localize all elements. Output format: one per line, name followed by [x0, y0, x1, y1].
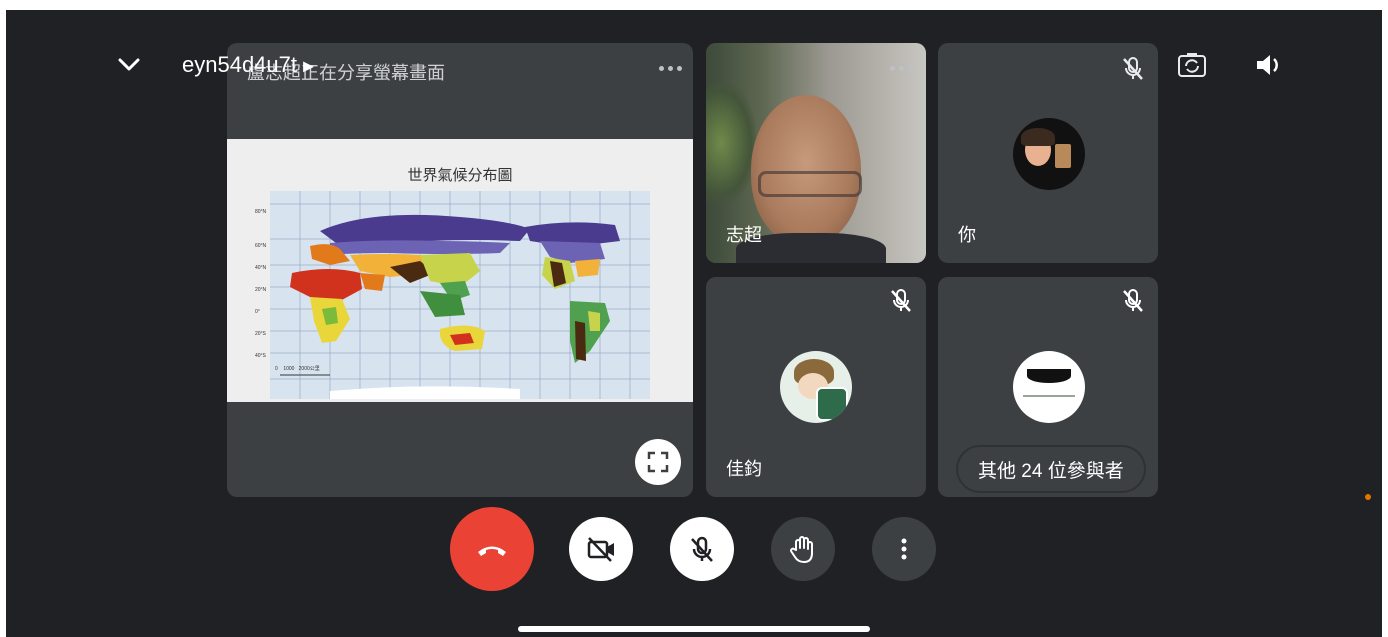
other-participants-label: 其他 24 位參與者 [978, 460, 1124, 482]
camera-toggle-button[interactable] [569, 517, 633, 581]
speaker-icon [1257, 55, 1278, 75]
lat-label: 20°S [255, 331, 266, 337]
avatar-line [1023, 395, 1075, 397]
avatar [1013, 118, 1085, 190]
camera-switch-icon [1178, 53, 1206, 77]
glasses [758, 171, 862, 197]
mic-off-icon [1123, 57, 1143, 80]
participant-name: 佳鈞 [726, 459, 762, 479]
mic-off-icon [1123, 289, 1143, 312]
participant-tile-jiajun[interactable]: 佳鈞 [706, 277, 926, 497]
avatar [1013, 351, 1085, 423]
mic-toggle-button[interactable] [670, 517, 734, 581]
lat-labels-left: 80°N 60°N 40°N 20°N 0° 20°S 40°S [255, 201, 269, 367]
world-climate-map [270, 191, 650, 399]
avatar-hair [1021, 128, 1055, 146]
chevron-down-icon [118, 58, 140, 71]
map-scale-label: 0 1000 2000公里 [275, 366, 320, 372]
lat-label: 80°N [255, 209, 267, 215]
lat-label: 60°N [255, 243, 267, 249]
other-participants-button[interactable]: 其他 24 位參與者 [958, 447, 1144, 491]
audio-button[interactable] [1252, 48, 1286, 82]
end-call-button[interactable] [450, 507, 534, 591]
fullscreen-icon [647, 451, 669, 473]
person-head [751, 95, 861, 245]
participant-more-button[interactable] [886, 61, 916, 75]
phone-hangup-icon [478, 546, 506, 556]
plant-shape [706, 83, 756, 203]
meet-screen: eyn54d4u7t ▶ 盧志超正在分享螢幕畫面 世界氣候分布圖 0 1000 … [6, 10, 1382, 637]
slide: 世界氣候分布圖 0 1000 2000公里 80°N 60°N 40°N 20°… [227, 139, 693, 402]
presentation-more-button[interactable] [655, 61, 685, 75]
lat-label: 20°N [255, 287, 267, 293]
avatar-cup [816, 387, 848, 421]
home-indicator[interactable] [518, 626, 870, 632]
meeting-code[interactable]: eyn54d4u7t ▶ [182, 52, 314, 78]
indicator-dot [1365, 494, 1371, 500]
more-options-button[interactable] [872, 517, 936, 581]
more-vert-icon [901, 538, 907, 560]
lat-label: 0° [255, 309, 260, 315]
mic-off-icon [691, 536, 713, 562]
lat-label: 40°S [255, 353, 266, 359]
presentation-tile[interactable]: 盧志超正在分享螢幕畫面 世界氣候分布圖 0 1000 2000公里 80°N 6… [227, 43, 693, 497]
participant-tile-you[interactable]: 你 [938, 43, 1158, 263]
slide-title: 世界氣候分布圖 [407, 167, 513, 184]
raise-hand-icon [790, 536, 813, 563]
fullscreen-button[interactable] [635, 439, 681, 485]
participant-name: 你 [958, 225, 976, 245]
avatar-shape [1027, 369, 1071, 383]
raise-hand-button[interactable] [771, 517, 835, 581]
participant-name: 志超 [726, 225, 762, 245]
mic-off-icon [891, 289, 911, 312]
avatar-cup [1055, 144, 1071, 168]
lat-label: 40°N [255, 265, 267, 271]
participant-tile-zhichao[interactable]: 志超 [706, 43, 926, 263]
meeting-code-text: eyn54d4u7t [182, 52, 297, 77]
camera-switch-button[interactable] [1176, 50, 1208, 80]
camera-off-icon [587, 537, 614, 562]
avatar [780, 351, 852, 423]
collapse-button[interactable] [114, 50, 144, 80]
caret-right-icon: ▶ [303, 57, 314, 74]
